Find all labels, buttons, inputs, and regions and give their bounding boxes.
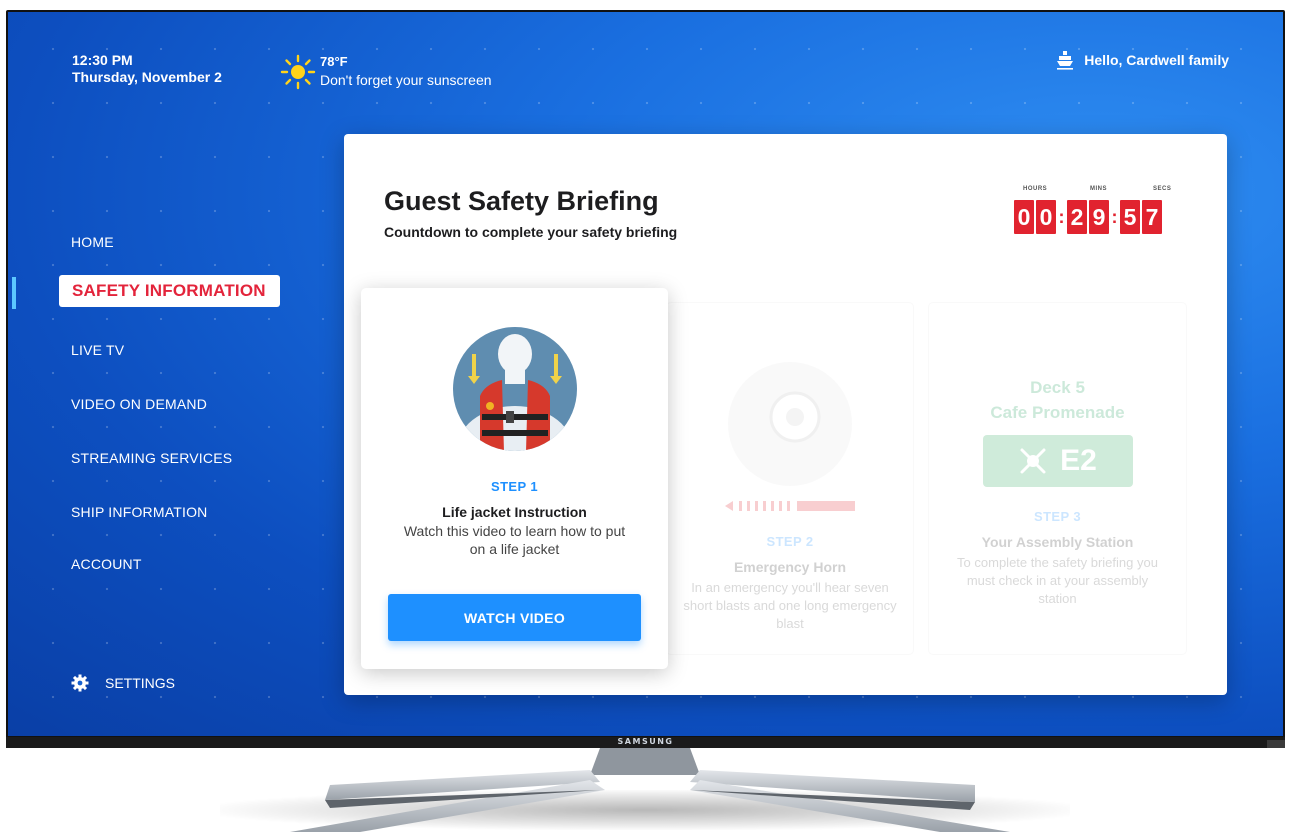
step-card-assembly-station[interactable]: Deck 5 Cafe Promenade E2 STEP 3 Your Ass… xyxy=(928,302,1187,655)
countdown-separator: : xyxy=(1058,206,1065,227)
step-description: Watch this video to learn how to put on … xyxy=(403,523,626,557)
assembly-station-badge: E2 xyxy=(982,435,1133,487)
step-label: STEP 3 xyxy=(1034,509,1081,524)
countdown-label-secs: SECS xyxy=(1153,186,1172,192)
step-description: In an emergency you'll hear seven short … xyxy=(683,580,897,631)
countdown-digit: 7 xyxy=(1142,200,1162,234)
watch-video-button[interactable]: WATCH VIDEO xyxy=(388,594,641,641)
nav-item-live-tv[interactable]: LIVE TV xyxy=(71,342,124,358)
countdown-digit: 5 xyxy=(1120,200,1140,234)
horn-icon xyxy=(728,362,852,486)
station-code: E2 xyxy=(1060,444,1097,477)
countdown-labels: HOURS MINS SECS xyxy=(1014,186,1171,198)
clock: 12:30 PM Thursday, November 2 xyxy=(72,52,222,85)
safety-briefing-panel: Guest Safety Briefing Countdown to compl… xyxy=(344,134,1227,695)
clock-time: 12:30 PM xyxy=(72,52,133,68)
temperature: 78°F xyxy=(320,54,348,69)
guest-greeting: Hello, Cardwell family xyxy=(1056,50,1229,70)
step-label: STEP 1 xyxy=(491,479,538,494)
life-jacket-icon xyxy=(452,327,577,451)
page-subtitle: Countdown to complete your safety briefi… xyxy=(384,224,678,240)
settings-label: SETTINGS xyxy=(105,675,176,691)
page-title: Guest Safety Briefing xyxy=(384,186,659,216)
countdown-digit: 0 xyxy=(1036,200,1056,234)
muster-icon xyxy=(1020,448,1046,474)
step-title: Life jacket Instruction xyxy=(442,504,587,520)
countdown-label-mins: MINS xyxy=(1090,186,1107,192)
countdown-digit: 9 xyxy=(1089,200,1109,234)
gear-icon xyxy=(71,674,89,692)
step-description: To complete the safety briefing you must… xyxy=(957,555,1158,606)
countdown-digit: 0 xyxy=(1014,200,1034,234)
greeting-text: Hello, Cardwell family xyxy=(1084,52,1229,68)
step-card-emergency-horn[interactable]: STEP 2 Emergency Horn In an emergency yo… xyxy=(666,302,914,655)
countdown-timer: HOURS MINS SECS 0 0 : 2 9 : 5 7 xyxy=(1014,186,1171,234)
countdown-digits: 0 0 : 2 9 : 5 7 xyxy=(1014,200,1164,234)
deck-number: Deck 5 xyxy=(1030,378,1085,397)
sun-icon xyxy=(280,54,316,90)
step-card-life-jacket[interactable]: STEP 1 Life jacket Instruction Watch thi… xyxy=(361,288,668,669)
nav-item-video-on-demand[interactable]: VIDEO ON DEMAND xyxy=(71,396,207,412)
deck-location: Cafe Promenade xyxy=(990,403,1125,422)
countdown-separator: : xyxy=(1111,206,1118,227)
active-nav-marker xyxy=(12,277,16,309)
ship-icon xyxy=(1057,51,1074,70)
tv-screen: 12:30 PM Thursday, November 2 78°F Don't… xyxy=(8,12,1283,736)
weather-widget: 78°F Don't forget your sunscreen xyxy=(280,54,492,90)
nav-item-safety-information[interactable]: SAFETY INFORMATION xyxy=(59,275,280,307)
stand-shadow xyxy=(220,790,1070,830)
tv-brand-logo: SAMSUNG xyxy=(617,737,674,746)
step-title: Your Assembly Station xyxy=(981,534,1134,550)
step-label: STEP 2 xyxy=(766,534,814,549)
settings-button[interactable]: SETTINGS xyxy=(71,674,175,692)
clock-date: Thursday, November 2 xyxy=(72,69,222,85)
step-title: Emergency Horn xyxy=(733,559,847,575)
countdown-digit: 2 xyxy=(1067,200,1087,234)
nav-item-home[interactable]: HOME xyxy=(71,234,114,250)
nav-item-ship-information[interactable]: SHIP INFORMATION xyxy=(71,504,207,520)
weather-note: Don't forget your sunscreen xyxy=(320,72,492,88)
horn-blast-indicator xyxy=(725,501,855,511)
nav-item-account[interactable]: ACCOUNT xyxy=(71,556,142,572)
countdown-label-hours: HOURS xyxy=(1023,186,1048,192)
nav-item-streaming-services[interactable]: STREAMING SERVICES xyxy=(71,450,232,466)
